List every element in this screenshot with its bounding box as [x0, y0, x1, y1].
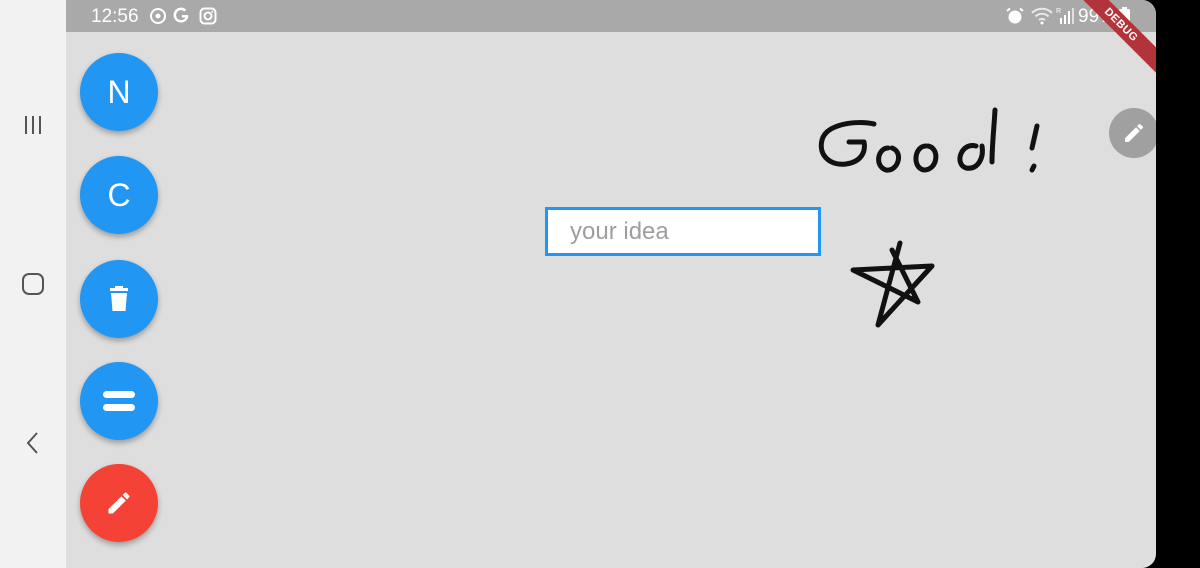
app-screen: 12:56 R 99% DEBUG N C your idea [66, 0, 1156, 568]
status-bar: 12:56 R 99% [66, 0, 1156, 32]
svg-text:R: R [1056, 8, 1061, 15]
pencil-icon [108, 492, 130, 514]
sync-icon [150, 8, 166, 24]
instagram-icon [199, 7, 217, 25]
fab-c-label: C [107, 176, 131, 213]
fab-n-label: N [107, 73, 131, 110]
alarm-icon [1006, 7, 1024, 24]
fab-clear[interactable] [80, 260, 158, 338]
idea-input[interactable] [545, 207, 821, 256]
fab-menu[interactable] [80, 362, 158, 440]
google-icon [173, 7, 189, 23]
edit-mode-button[interactable] [1109, 108, 1156, 158]
recent-apps-icon [25, 116, 41, 134]
pencil-icon [1125, 123, 1144, 142]
android-nav-bar [0, 0, 66, 568]
home-icon [22, 273, 44, 295]
wifi-icon [1031, 7, 1053, 25]
signal-icon: R [1056, 8, 1074, 24]
recent-apps-button[interactable] [0, 95, 66, 155]
drawing-canvas[interactable] [66, 32, 1156, 568]
fab-draw[interactable] [80, 464, 158, 542]
back-button[interactable] [0, 413, 66, 473]
status-time: 12:56 [91, 6, 139, 27]
home-button[interactable] [0, 254, 66, 314]
trash-icon [110, 286, 128, 311]
back-icon [26, 432, 38, 454]
fab-n[interactable]: N [80, 53, 158, 131]
menu-equals-icon [103, 391, 135, 411]
fab-c[interactable]: C [80, 156, 158, 234]
